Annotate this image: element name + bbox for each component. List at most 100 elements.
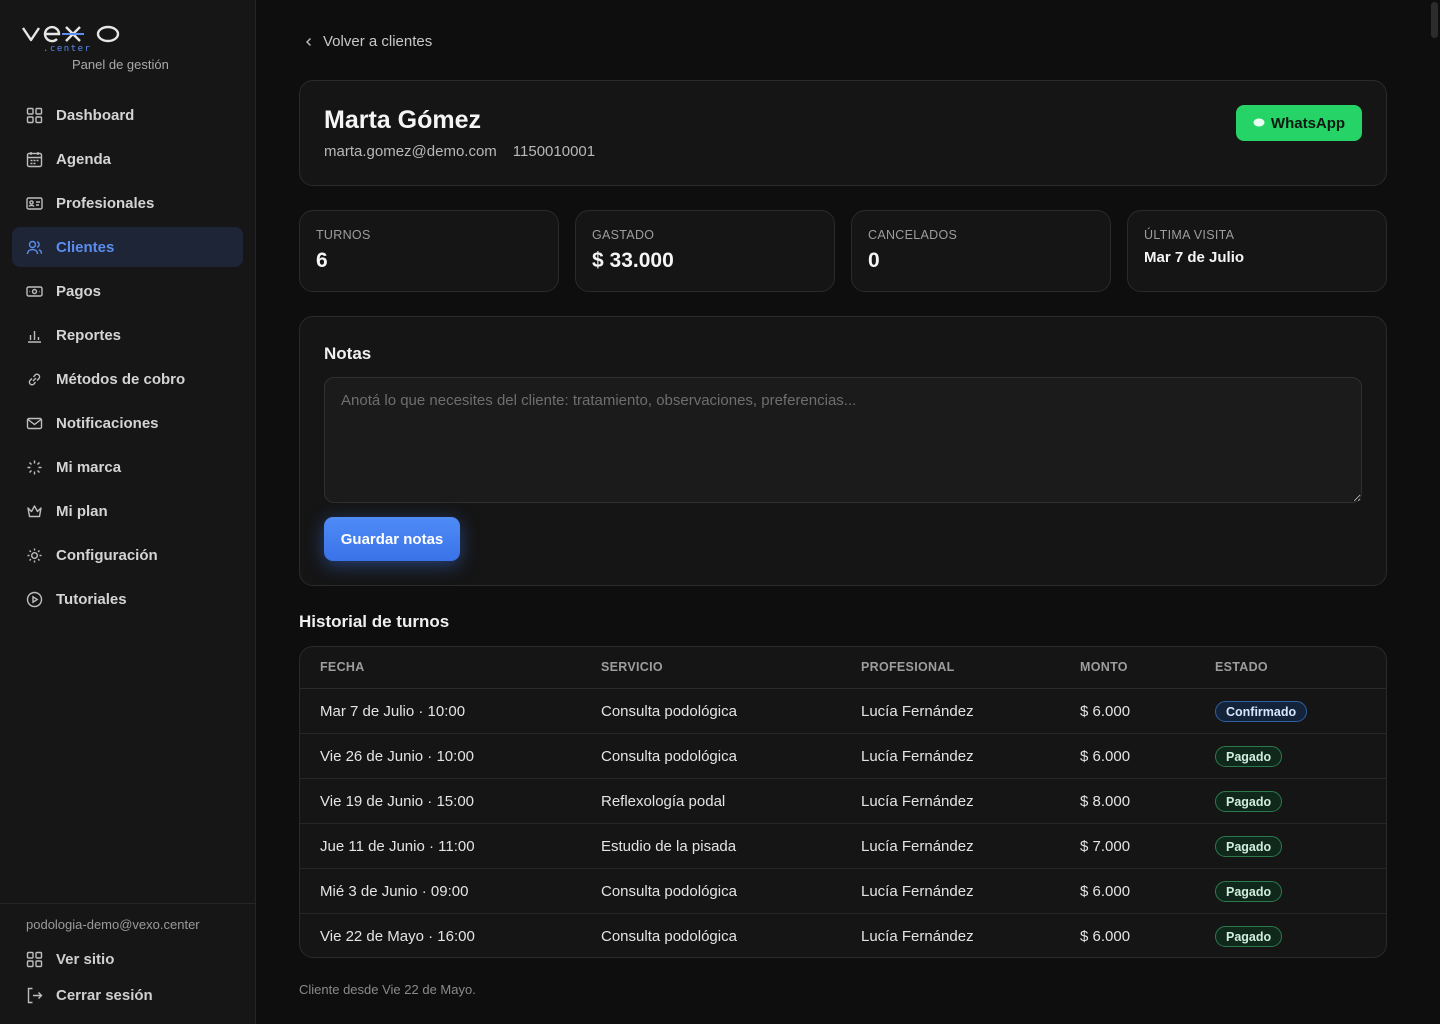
sparkle-icon [26, 459, 43, 476]
client-email: marta.gomez@demo.com [324, 143, 497, 160]
logout-link[interactable]: Cerrar sesión [26, 983, 153, 1007]
cell-profesional: Lucía Fernández [861, 838, 974, 855]
cell-monto: $ 6.000 [1080, 748, 1131, 765]
scrollbar-thumb[interactable] [1431, 2, 1438, 38]
cell-monto: $ 8.000 [1080, 793, 1131, 810]
notes-title: Notas [324, 344, 372, 363]
stat-card-cancelados: CANCELADOS 0 [851, 210, 1111, 292]
cell-servicio: Estudio de la pisada [601, 838, 737, 855]
status-badge: Pagado [1215, 746, 1283, 767]
chevron-left-icon [302, 35, 316, 49]
stat-label: TURNOS [316, 228, 371, 242]
sidebar-item-label: Reportes [56, 326, 122, 344]
stat-value: 0 [868, 249, 880, 272]
view-site-link[interactable]: Ver sitio [26, 947, 114, 971]
table-row[interactable]: Jue 11 de Junio · 11:00 Estudio de la pi… [300, 824, 1386, 869]
sidebar-item-label: Métodos de cobro [56, 370, 186, 388]
sidebar-item-label: Dashboard [56, 106, 135, 124]
sidebar-item-label: Pagos [56, 282, 102, 300]
save-notes-button[interactable]: Guardar notas [324, 517, 460, 561]
logout-label: Cerrar sesión [56, 986, 153, 1004]
status-badge: Pagado [1215, 926, 1283, 947]
table-row[interactable]: Mar 7 de Julio · 10:00 Consulta podológi… [300, 689, 1386, 734]
sidebar-footer: podologia-demo@vexo.center Ver sitio Cer… [0, 903, 256, 1024]
back-to-clients-link[interactable]: Volver a clientes [302, 33, 432, 50]
column-header: ESTADO [1215, 660, 1268, 674]
sidebar-item-mi-marca[interactable]: Mi marca [12, 447, 243, 487]
sidebar-item-tutoriales[interactable]: Tutoriales [12, 579, 243, 619]
cell-monto: $ 6.000 [1080, 703, 1131, 720]
sidebar-item-notificaciones[interactable]: Notificaciones [12, 403, 243, 443]
status-badge: Pagado [1215, 791, 1283, 812]
sidebar-item-mi-plan[interactable]: Mi plan [12, 491, 243, 531]
brand-logo[interactable]: .center Panel de gestión [22, 22, 222, 76]
cell-servicio: Reflexología podal [601, 793, 726, 810]
sidebar-item-label: Profesionales [56, 194, 155, 212]
stat-label: CANCELADOS [868, 228, 958, 242]
sidebar-item-profesionales[interactable]: Profesionales [12, 183, 243, 223]
notes-textarea[interactable] [324, 377, 1362, 503]
sidebar-nav: Dashboard Agenda Profesionales Clientes … [12, 95, 243, 623]
cell-profesional: Lucía Fernández [861, 703, 974, 720]
banknote-icon [26, 283, 43, 300]
sidebar-item-label: Agenda [56, 150, 112, 168]
cell-fecha: Mié 3 de Junio · 09:00 [320, 883, 469, 900]
client-phone: 1150010001 [512, 143, 596, 160]
column-header: SERVICIO [601, 660, 663, 674]
history-title: Historial de turnos [299, 612, 450, 631]
page-scrollbar[interactable] [1431, 0, 1438, 1024]
sidebar-item-label: Mi plan [56, 502, 108, 520]
id-card-icon [26, 195, 43, 212]
sidebar-item-label: Mi marca [56, 458, 122, 476]
cell-fecha: Vie 26 de Junio · 10:00 [320, 748, 475, 765]
table-row[interactable]: Vie 19 de Junio · 15:00 Reflexología pod… [300, 779, 1386, 824]
svg-text:.center: .center [43, 44, 91, 54]
cell-profesional: Lucía Fernández [861, 793, 974, 810]
cell-servicio: Consulta podológica [601, 928, 737, 945]
logout-icon [26, 987, 43, 1004]
cell-servicio: Consulta podológica [601, 883, 737, 900]
history-table: FECHA SERVICIO PROFESIONAL MONTO ESTADO … [299, 646, 1387, 958]
vexo-logo-mark: .center [22, 25, 120, 54]
column-header: FECHA [320, 660, 365, 674]
sidebar-item-pagos[interactable]: Pagos [12, 271, 243, 311]
column-header: MONTO [1080, 660, 1128, 674]
status-badge: Confirmado [1215, 701, 1308, 722]
cell-servicio: Consulta podológica [601, 748, 737, 765]
sidebar-item-agenda[interactable]: Agenda [12, 139, 243, 179]
stat-card-turnos: TURNOS 6 [299, 210, 559, 292]
stat-value: $ 33.000 [592, 249, 674, 272]
mail-icon [26, 415, 43, 432]
cell-profesional: Lucía Fernández [861, 928, 974, 945]
client-name: Marta Gómez [324, 106, 481, 134]
cell-profesional: Lucía Fernández [861, 748, 974, 765]
stat-value: 6 [316, 249, 328, 272]
sidebar-item-label: Configuración [56, 546, 158, 564]
grid-icon [26, 107, 43, 124]
stat-card-ultima-visita: ÚLTIMA VISITA Mar 7 de Julio [1127, 210, 1387, 292]
play-circle-icon [26, 591, 43, 608]
calendar-icon [26, 151, 43, 168]
status-badge: Pagado [1215, 881, 1283, 902]
table-row[interactable]: Vie 26 de Junio · 10:00 Consulta podológ… [300, 734, 1386, 779]
notes-card: Notas Guardar notas [299, 316, 1387, 586]
whatsapp-button[interactable]: WhatsApp [1236, 105, 1362, 141]
sidebar-item-dashboard[interactable]: Dashboard [12, 95, 243, 135]
stat-value: Mar 7 de Julio [1144, 249, 1245, 266]
cell-fecha: Jue 11 de Junio · 11:00 [320, 838, 475, 855]
status-badge: Pagado [1215, 836, 1283, 857]
back-label: Volver a clientes [323, 33, 433, 50]
sidebar-item-label: Notificaciones [56, 414, 159, 432]
sidebar-item-reportes[interactable]: Reportes [12, 315, 243, 355]
cell-fecha: Vie 19 de Junio · 15:00 [320, 793, 475, 810]
brand-subtitle: Panel de gestión [72, 57, 169, 72]
table-row[interactable]: Mié 3 de Junio · 09:00 Consulta podológi… [300, 869, 1386, 914]
account-email: podologia-demo@vexo.center [26, 917, 200, 932]
table-row[interactable]: Vie 22 de Mayo · 16:00 Consulta podológi… [300, 914, 1386, 957]
sidebar-item-clientes[interactable]: Clientes [12, 227, 243, 267]
sidebar-item-metodos-de-cobro[interactable]: Métodos de cobro [12, 359, 243, 399]
sidebar-item-label: Clientes [56, 238, 115, 256]
stat-card-gastado: GASTADO $ 33.000 [575, 210, 835, 292]
cell-profesional: Lucía Fernández [861, 883, 974, 900]
sidebar-item-configuracion[interactable]: Configuración [12, 535, 243, 575]
